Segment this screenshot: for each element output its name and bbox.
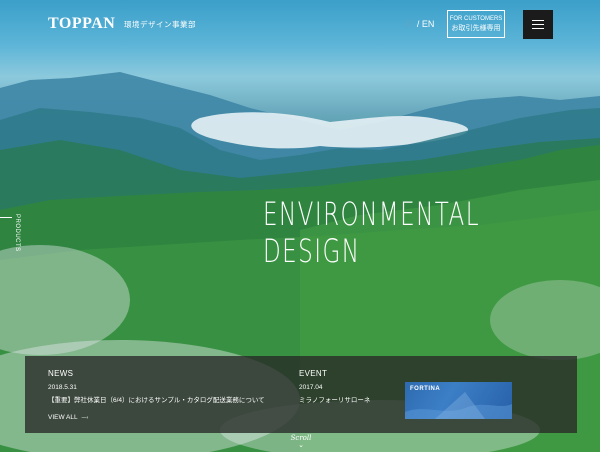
chevron-down-icon: ⌄ bbox=[298, 441, 304, 449]
for-customers-button[interactable]: FOR CUSTOMERS お取引先様専用 bbox=[447, 10, 505, 38]
event-heading: EVENT bbox=[299, 369, 328, 378]
scroll-indicator[interactable]: Scroll ⌄ bbox=[286, 434, 316, 449]
menu-line-icon bbox=[532, 28, 544, 29]
headline-line-2: DESIGN bbox=[263, 232, 361, 270]
news-event-bar: NEWS 2018.5.31 【重要】弊社休業日（6/4）におけるサンプル・カタ… bbox=[25, 356, 577, 433]
event-thumbnail[interactable]: FORTINA bbox=[405, 382, 512, 419]
view-all-label: VIEW ALL bbox=[48, 414, 78, 421]
arrow-right-icon: —› bbox=[81, 415, 89, 421]
toppan-logo[interactable]: TOPPAN bbox=[48, 15, 115, 33]
hero-headline: ENVIRONMENTAL DESIGN bbox=[263, 196, 480, 270]
event-item-link[interactable]: ミラノフォーリサローネ bbox=[299, 394, 370, 404]
event-date: 2017.04 bbox=[299, 384, 323, 391]
menu-line-icon bbox=[532, 24, 544, 25]
site-header: TOPPAN 環境デザイン事業部 JP / EN FOR CUSTOMERS お… bbox=[0, 0, 600, 50]
headline-line-1: ENVIRONMENTAL bbox=[263, 195, 481, 233]
language-switcher: JP / EN bbox=[404, 19, 434, 29]
tab-line bbox=[0, 217, 12, 218]
lang-en-link[interactable]: EN bbox=[422, 19, 435, 29]
customers-label-jp: お取引先様専用 bbox=[451, 25, 501, 32]
news-item-link[interactable]: 【重要】弊社休業日（6/4）におけるサンプル・カタログ配送業務について bbox=[48, 394, 265, 404]
menu-line-icon bbox=[532, 20, 544, 21]
customers-label-en: FOR CUSTOMERS bbox=[449, 16, 503, 22]
division-name: 環境デザイン事業部 bbox=[124, 20, 196, 29]
products-tab-label: PRODUCTS bbox=[14, 214, 20, 252]
products-side-tab[interactable]: PRODUCTS bbox=[0, 210, 22, 252]
view-all-link[interactable]: VIEW ALL —› bbox=[48, 414, 88, 421]
lang-separator: / bbox=[414, 19, 422, 29]
thumbnail-brand: FORTINA bbox=[410, 386, 441, 392]
lang-jp-link[interactable]: JP bbox=[404, 19, 414, 29]
news-heading: NEWS bbox=[48, 369, 74, 378]
news-date: 2018.5.31 bbox=[48, 384, 77, 391]
hamburger-menu-button[interactable] bbox=[523, 10, 553, 39]
